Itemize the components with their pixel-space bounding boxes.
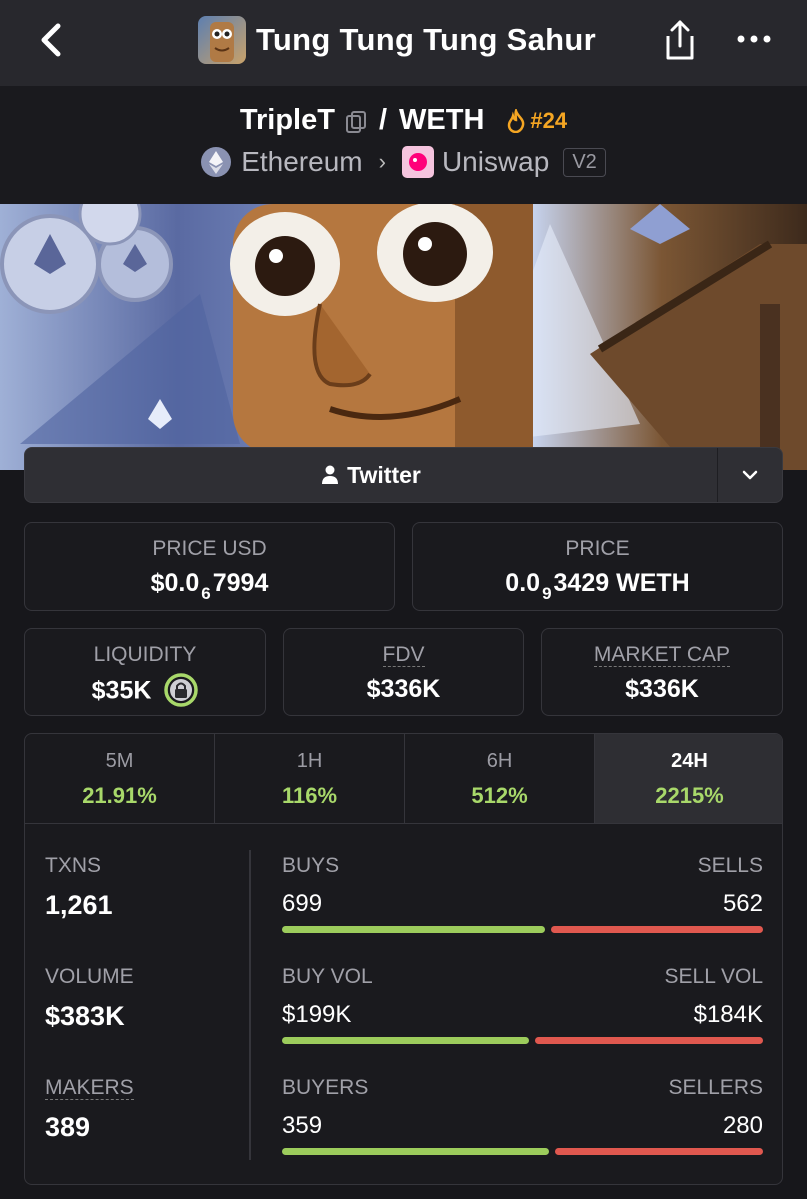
market-cap-label[interactable]: MARKET CAP (593, 643, 731, 667)
tab-1h[interactable]: 1H 116% (215, 734, 405, 823)
more-button[interactable] (734, 24, 774, 54)
liquidity-card: LIQUIDITY $35K (24, 628, 266, 716)
buys-value: 699 (282, 890, 323, 917)
sell-vol-bar (535, 1037, 763, 1044)
share-button[interactable] (660, 18, 700, 64)
buys-sells-ratio: BUYS SELLS 699 562 (282, 854, 763, 965)
price-label: PRICE (565, 537, 630, 560)
chain-name[interactable]: Ethereum (241, 146, 362, 178)
buy-vol-bar (282, 1037, 529, 1044)
txns-value: 1,261 (45, 890, 113, 920)
tab-6h[interactable]: 6H 512% (405, 734, 595, 823)
volume-bar (282, 1037, 763, 1044)
flame-icon (508, 108, 525, 133)
uniswap-icon (401, 146, 434, 178)
more-horizontal-icon (737, 35, 771, 43)
chevron-right-icon: › (378, 149, 386, 174)
sellers-bar (555, 1148, 763, 1155)
fdv-value: $336K (366, 675, 441, 703)
volume-label: VOLUME (45, 965, 134, 988)
pair-header: TripleT / WETH #24 Ethereum › Uniswap V2 (0, 86, 807, 204)
txns-stat: TXNS 1,261 (45, 854, 245, 965)
makers-label[interactable]: MAKERS (45, 1076, 134, 1100)
buy-vol-label: BUY VOL (282, 965, 373, 988)
tab-5m[interactable]: 5M 21.91% (25, 734, 215, 823)
timeframe-tabs: 5M 21.91% 1H 116% 6H 512% 24H 2215% (25, 734, 782, 824)
pair-title: TripleT / WETH #24 (0, 104, 807, 137)
fdv-card: FDV $336K (283, 628, 524, 716)
liquidity-label: LIQUIDITY (93, 643, 197, 666)
price-usd-label: PRICE USD (152, 537, 267, 560)
buyers-label: BUYERS (282, 1076, 369, 1099)
tab-24h[interactable]: 24H 2215% (595, 734, 782, 823)
trending-rank[interactable]: #24 (506, 108, 567, 134)
buys-label: BUYS (282, 854, 340, 877)
txns-label: TXNS (45, 854, 102, 877)
twitter-button[interactable]: Twitter (25, 448, 718, 502)
rank-label: #24 (530, 107, 568, 133)
sellers-value: 280 (722, 1112, 763, 1139)
ethereum-icon (201, 147, 232, 177)
sells-value: 562 (722, 890, 763, 917)
version-badge: V2 (563, 147, 606, 177)
chevron-left-icon (41, 23, 61, 57)
lock-icon[interactable] (164, 673, 199, 707)
pair-separator: / (378, 104, 388, 136)
page-title: Tung Tung Tung Sahur (256, 22, 597, 57)
social-dropdown-button[interactable] (718, 448, 782, 502)
stats-panel: 5M 21.91% 1H 116% 6H 512% 24H 2215% TXNS… (24, 733, 783, 1185)
sell-vol-label: SELL VOL (664, 965, 763, 988)
sells-bar (551, 926, 763, 933)
copy-icon[interactable] (345, 109, 367, 133)
buyers-sellers-bar (282, 1148, 763, 1155)
buyers-value: 359 (282, 1112, 323, 1139)
liquidity-value: $35K (91, 676, 152, 705)
volume-ratio: BUY VOL SELL VOL $199K $184K (282, 965, 763, 1076)
dex-name[interactable]: Uniswap (442, 146, 549, 178)
sell-vol-value: $184K (693, 1001, 763, 1028)
base-token: TripleT (239, 104, 335, 136)
sellers-label: SELLERS (668, 1076, 763, 1099)
ratios-column: BUYS SELLS 699 562 BUY VOL SELL VOL $199… (282, 854, 763, 1184)
back-button[interactable] (34, 20, 70, 60)
fdv-label[interactable]: FDV (382, 643, 425, 667)
buyers-bar (282, 1148, 549, 1155)
volume-stat: VOLUME $383K (45, 965, 245, 1076)
top-bar: Tung Tung Tung Sahur (0, 0, 807, 86)
column-divider (249, 850, 251, 1160)
volume-value: $383K (45, 1001, 125, 1031)
makers-value: 389 (45, 1112, 91, 1142)
price-native-value: 0.0 93429 WETH (505, 569, 690, 603)
buy-vol-value: $199K (282, 1001, 352, 1028)
price-native-card: PRICE 0.0 93429 WETH (412, 522, 783, 611)
price-usd-card: PRICE USD $0.0 67994 (24, 522, 395, 611)
chain-info: Ethereum › Uniswap V2 (0, 146, 807, 178)
buys-bar (282, 926, 545, 933)
share-icon (666, 20, 694, 60)
person-icon (322, 465, 339, 484)
quote-token: WETH (399, 104, 485, 136)
market-cap-card: MARKET CAP $336K (541, 628, 783, 716)
totals-column: TXNS 1,261 VOLUME $383K MAKERS 389 (45, 854, 245, 1184)
price-usd-value: $0.0 67994 (150, 569, 269, 603)
token-avatar (198, 16, 246, 64)
buyers-sellers-ratio: BUYERS SELLERS 359 280 (282, 1076, 763, 1184)
market-cap-value: $336K (625, 675, 699, 703)
social-links-bar: Twitter (24, 447, 783, 503)
makers-stat: MAKERS 389 (45, 1076, 245, 1184)
twitter-label: Twitter (347, 461, 421, 488)
title-area: Tung Tung Tung Sahur (198, 15, 596, 65)
token-banner-image (0, 204, 807, 470)
chevron-down-icon (742, 470, 758, 480)
buys-sells-bar (282, 926, 763, 933)
sells-label: SELLS (697, 854, 763, 877)
